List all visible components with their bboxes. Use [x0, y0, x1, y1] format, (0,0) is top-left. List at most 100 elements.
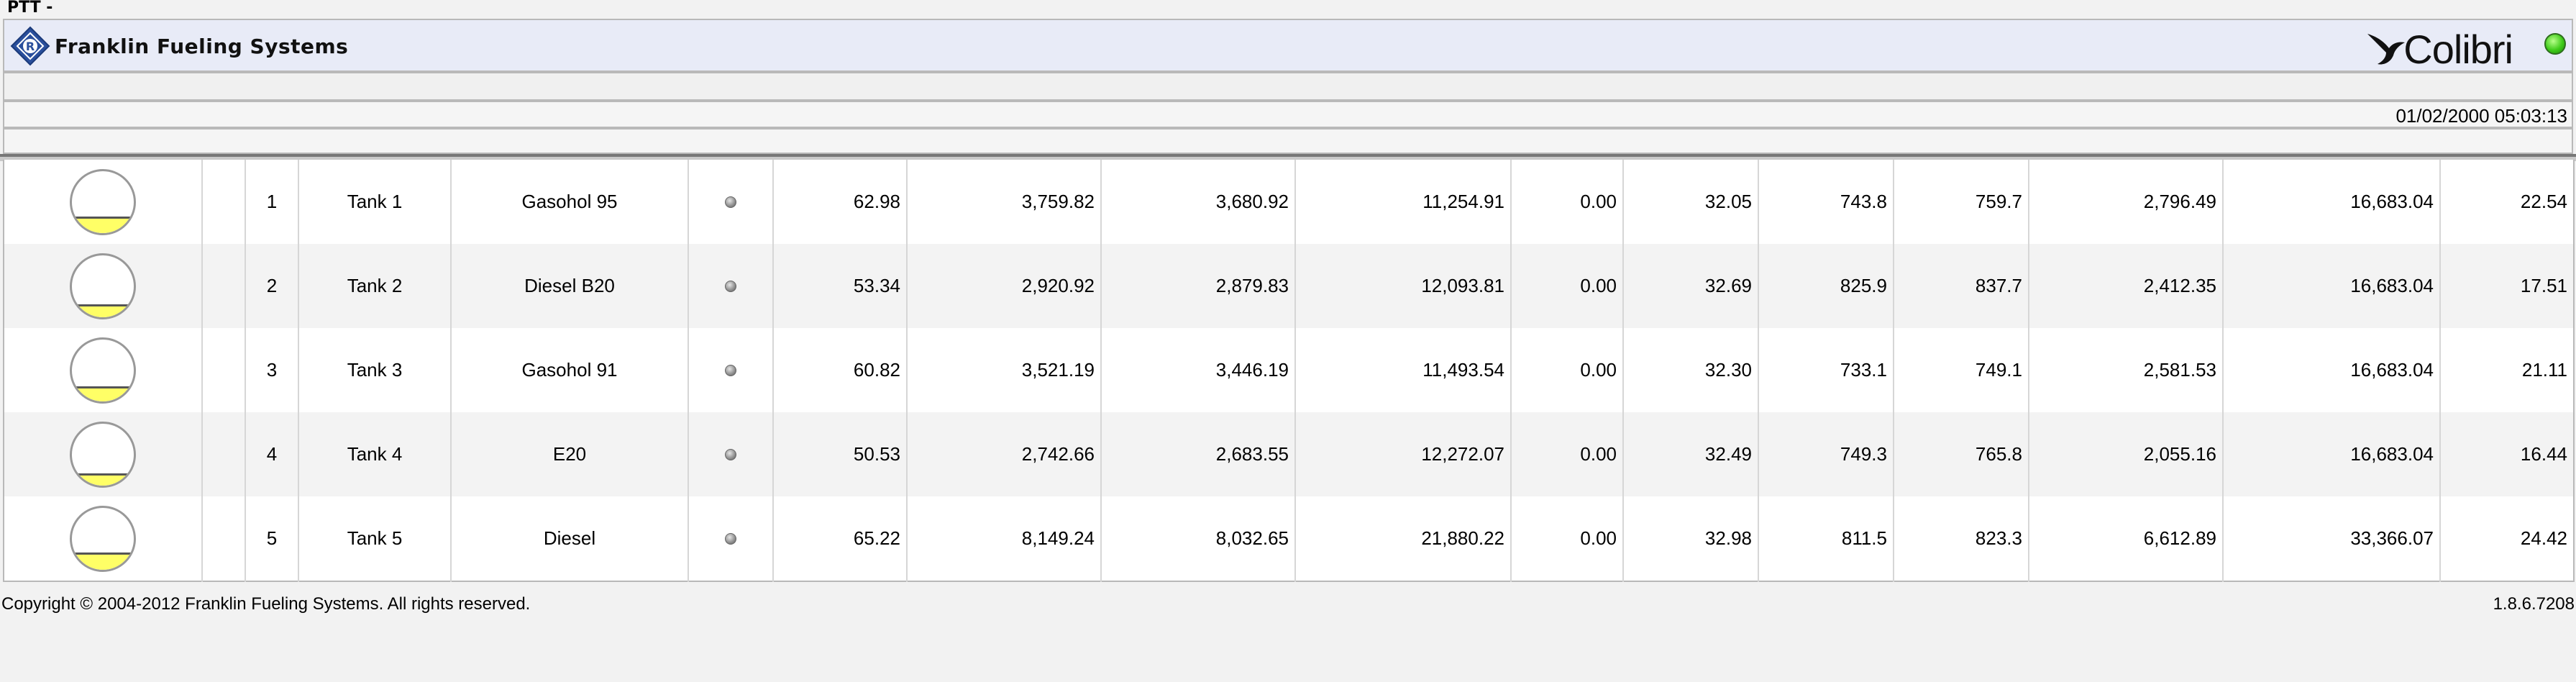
tank-status-cell — [688, 496, 773, 581]
colibri-logo: Colibri — [2365, 26, 2513, 73]
tank-status-cell — [688, 160, 773, 244]
tank-level-gauge-icon — [70, 505, 136, 572]
empty-cell — [201, 160, 245, 244]
empty-cell — [201, 496, 245, 581]
status-led-icon — [725, 532, 736, 545]
tank-level-fill — [72, 473, 134, 486]
info-bar: 01/02/2000 05:03:13 — [3, 101, 2573, 128]
tank-value-v5: 0.00 — [1510, 496, 1623, 581]
status-led-icon — [725, 280, 736, 292]
tank-value-v5: 0.00 — [1510, 244, 1623, 328]
tank-product: E20 — [450, 412, 688, 496]
tank-value-v10: 16,683.04 — [2222, 244, 2440, 328]
tank-value-v7: 733.1 — [1758, 328, 1894, 412]
empty-cell — [201, 244, 245, 328]
tank-value-v1: 65.22 — [772, 496, 907, 581]
tank-value-v9: 6,612.89 — [2028, 496, 2223, 581]
tank-value-v11: 22.54 — [2439, 160, 2574, 244]
tank-value-v5: 0.00 — [1510, 412, 1623, 496]
window-title: PTT - — [7, 0, 53, 17]
tank-value-v8: 749.1 — [1893, 328, 2029, 412]
tank-row[interactable]: 1 Tank 1 Gasohol 95 62.98 3,759.82 3,680.92 11… — [4, 160, 2574, 244]
tank-value-v6: 32.98 — [1622, 496, 1758, 581]
tank-name: Tank 2 — [298, 244, 451, 328]
colibri-logo-text: Colibri — [2403, 27, 2513, 72]
tank-name: Tank 1 — [298, 160, 451, 244]
tank-value-v4: 12,272.07 — [1294, 412, 1511, 496]
menu-bar — [3, 72, 2573, 101]
tank-value-v8: 765.8 — [1893, 412, 2029, 496]
tank-status-cell — [688, 244, 773, 328]
tank-value-v7: 743.8 — [1758, 160, 1894, 244]
tank-value-v4: 21,880.22 — [1294, 496, 1511, 581]
tank-value-v2: 2,920.92 — [906, 244, 1101, 328]
status-led-icon — [725, 364, 736, 376]
tank-value-v2: 3,759.82 — [906, 160, 1101, 244]
tank-value-v9: 2,412.35 — [2028, 244, 2223, 328]
tank-name: Tank 3 — [298, 328, 451, 412]
tank-level-gauge-icon — [70, 168, 136, 235]
version-text: 1.8.6.7208 — [2493, 594, 2575, 614]
tank-product: Diesel B20 — [450, 244, 688, 328]
tank-level-gauge-icon — [70, 337, 136, 404]
status-led-icon — [725, 196, 736, 208]
tank-row[interactable]: 5 Tank 5 Diesel 65.22 8,149.24 8,032.65 21,880… — [4, 496, 2574, 581]
tank-value-v10: 16,683.04 — [2222, 412, 2440, 496]
tank-value-v6: 32.49 — [1622, 412, 1758, 496]
tank-inventory-table: 1 Tank 1 Gasohol 95 62.98 3,759.82 3,680.92 11… — [3, 160, 2575, 582]
tank-number: 2 — [245, 244, 298, 328]
tank-value-v11: 17.51 — [2439, 244, 2574, 328]
header-banner: R Franklin Fueling Systems Colibri — [3, 19, 2573, 72]
tank-value-v3: 2,879.83 — [1100, 244, 1295, 328]
tank-value-v9: 2,796.49 — [2028, 160, 2223, 244]
tank-value-v7: 749.3 — [1758, 412, 1894, 496]
tank-value-v8: 759.7 — [1893, 160, 2029, 244]
tank-name: Tank 4 — [298, 412, 451, 496]
tank-gauge-cell — [4, 160, 202, 244]
toolbar-bar — [3, 128, 2573, 154]
tank-gauge-cell — [4, 244, 202, 328]
tank-value-v9: 2,581.53 — [2028, 328, 2223, 412]
tank-number: 5 — [245, 496, 298, 581]
tank-value-v4: 11,254.91 — [1294, 160, 1511, 244]
tank-value-v1: 62.98 — [772, 160, 907, 244]
tank-value-v2: 8,149.24 — [906, 496, 1101, 581]
tank-value-v3: 3,680.92 — [1100, 160, 1295, 244]
tank-level-fill — [72, 386, 134, 401]
tank-value-v3: 8,032.65 — [1100, 496, 1295, 581]
page: PTT - R Franklin Fueling Systems Colibri — [0, 0, 2576, 682]
tank-value-v11: 21.11 — [2439, 328, 2574, 412]
datetime-display: 01/02/2000 05:03:13 — [2395, 105, 2567, 127]
tank-value-v11: 24.42 — [2439, 496, 2574, 581]
tank-value-v10: 33,366.07 — [2222, 496, 2440, 581]
tank-value-v3: 2,683.55 — [1100, 412, 1295, 496]
status-led-icon — [725, 448, 736, 460]
tank-value-v8: 823.3 — [1893, 496, 2029, 581]
empty-cell — [201, 412, 245, 496]
tank-status-cell — [688, 328, 773, 412]
tank-value-v6: 32.30 — [1622, 328, 1758, 412]
tank-value-v1: 53.34 — [772, 244, 907, 328]
tank-value-v10: 16,683.04 — [2222, 160, 2440, 244]
tank-gauge-cell — [4, 328, 202, 412]
tank-gauge-cell — [4, 412, 202, 496]
tank-value-v5: 0.00 — [1510, 328, 1623, 412]
tank-value-v10: 16,683.04 — [2222, 328, 2440, 412]
tank-level-fill — [72, 216, 134, 233]
tank-value-v1: 50.53 — [772, 412, 907, 496]
tank-row[interactable]: 4 Tank 4 E20 50.53 2,742.66 2,683.55 12,272.07… — [4, 412, 2574, 496]
tank-number: 1 — [245, 160, 298, 244]
tank-status-cell — [688, 412, 773, 496]
franklin-diamond-logo-icon: R — [10, 26, 50, 66]
tank-gauge-cell — [4, 496, 202, 581]
tank-row[interactable]: 3 Tank 3 Gasohol 91 60.82 3,521.19 3,446.19 11… — [4, 328, 2574, 412]
tank-value-v1: 60.82 — [772, 328, 907, 412]
svg-text:R: R — [26, 40, 35, 53]
tank-value-v8: 837.7 — [1893, 244, 2029, 328]
tank-value-v9: 2,055.16 — [2028, 412, 2223, 496]
tank-row[interactable]: 2 Tank 2 Diesel B20 53.34 2,920.92 2,879.83 12… — [4, 244, 2574, 328]
tank-value-v5: 0.00 — [1510, 160, 1623, 244]
tank-product: Gasohol 95 — [450, 160, 688, 244]
tank-number: 4 — [245, 412, 298, 496]
tank-value-v6: 32.05 — [1622, 160, 1758, 244]
